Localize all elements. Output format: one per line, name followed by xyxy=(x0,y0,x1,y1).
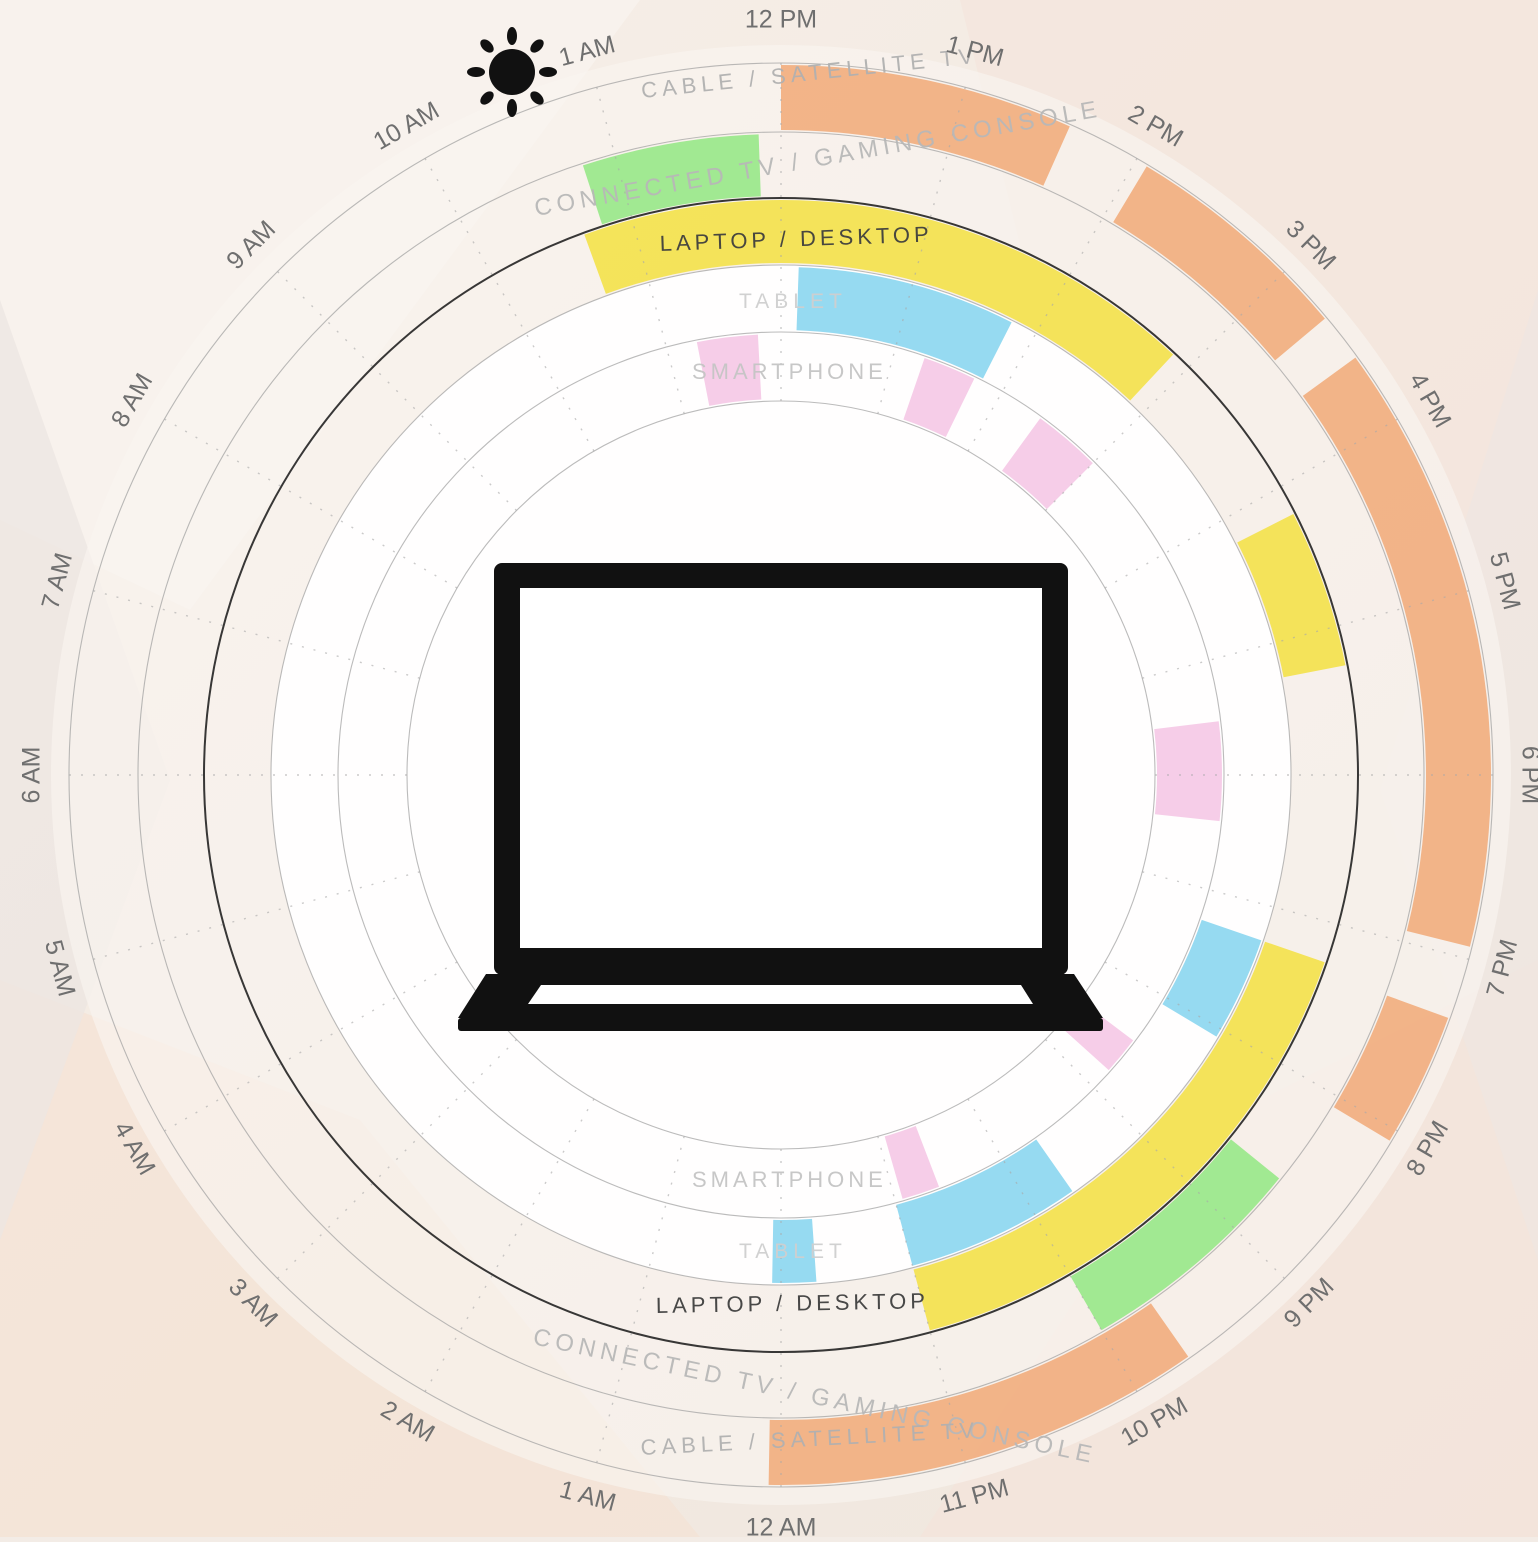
hour-label: 6 AM xyxy=(18,747,46,804)
smartphone-bottom-label: SMARTPHONE xyxy=(692,1167,887,1192)
daily-device-usage-clock-diagram: CABLE / SATELLITE TV CONNECTED TV / GAMI… xyxy=(0,0,1538,1542)
smartphone-top-label: SMARTPHONE xyxy=(692,359,887,384)
laptop-icon xyxy=(458,563,1103,1031)
hour-label: 12 PM xyxy=(745,6,817,34)
laptop-bottom-label: LAPTOP / DESKTOP xyxy=(656,1288,929,1318)
smartphone-usage-segment xyxy=(1154,721,1222,822)
laptop-screen xyxy=(520,588,1042,948)
sun-core xyxy=(489,49,535,95)
laptop-base-lip xyxy=(458,1018,1103,1031)
hour-label: 12 AM xyxy=(746,1514,817,1537)
laptop-keyboard-slot xyxy=(528,985,1033,1004)
clock-diagram-svg: CABLE / SATELLITE TV CONNECTED TV / GAMI… xyxy=(0,0,1538,1542)
tablet-top-label: TABLET xyxy=(739,290,847,313)
tablet-bottom-label: TABLET xyxy=(739,1240,847,1263)
hour-label: 6 PM xyxy=(1516,746,1538,804)
